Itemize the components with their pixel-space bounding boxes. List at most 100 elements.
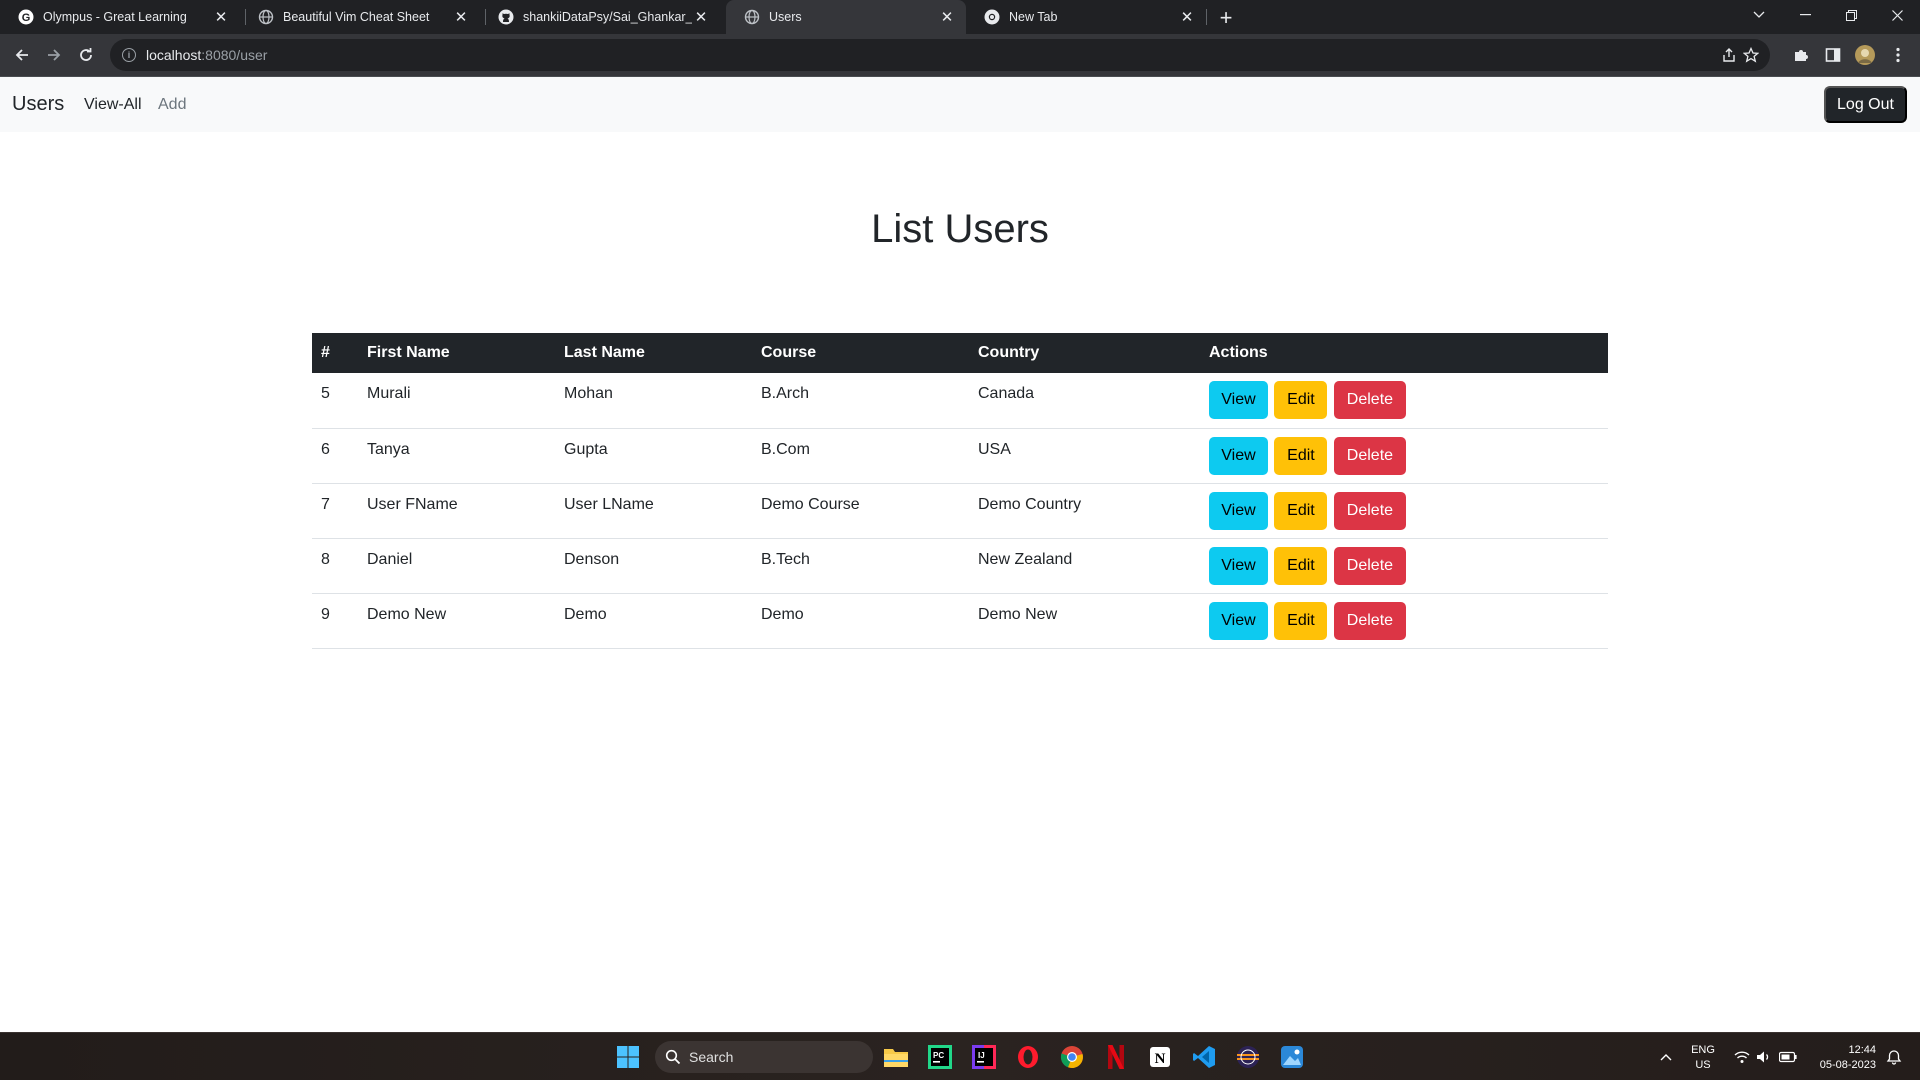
browser-tab[interactable]: Beautiful Vim Cheat Sheet ✕ <box>240 0 480 34</box>
cell-first-name: User FName <box>358 483 555 539</box>
new-tab-button[interactable]: + <box>1213 5 1239 31</box>
intellij-icon[interactable]: IJ <box>970 1043 998 1071</box>
opera-icon[interactable] <box>1014 1043 1042 1071</box>
notion-icon[interactable]: N <box>1146 1043 1174 1071</box>
chevron-up-icon[interactable] <box>1652 1043 1680 1071</box>
edit-button[interactable]: Edit <box>1274 436 1328 475</box>
netflix-icon[interactable] <box>1102 1043 1130 1071</box>
view-button[interactable]: View <box>1209 546 1268 585</box>
close-tab-icon[interactable]: ✕ <box>692 8 710 26</box>
reload-icon[interactable] <box>72 41 100 69</box>
view-button[interactable]: View <box>1209 491 1268 530</box>
browser-tab[interactable]: G Olympus - Great Learning ✕ <box>0 0 240 34</box>
edit-button[interactable]: Edit <box>1274 546 1328 585</box>
restore-icon[interactable] <box>1828 0 1874 30</box>
back-arrow-icon[interactable] <box>8 41 36 69</box>
view-button[interactable]: View <box>1209 601 1268 640</box>
taskbar-clock[interactable]: 12:44 05-08-2023 <box>1804 1043 1876 1073</box>
delete-button[interactable]: Delete <box>1333 381 1406 420</box>
close-tab-icon[interactable]: ✕ <box>938 8 956 26</box>
cell-actions: View Edit Delete <box>1200 373 1608 429</box>
delete-button[interactable]: Delete <box>1333 601 1406 640</box>
address-bar[interactable]: i localhost:8080/user <box>110 39 1770 71</box>
edit-button[interactable]: Edit <box>1274 601 1328 640</box>
browser-tab[interactable]: New Tab ✕ <box>966 0 1206 34</box>
close-window-icon[interactable] <box>1874 0 1920 30</box>
close-tab-icon[interactable]: ✕ <box>212 8 230 26</box>
cell-last-name: Gupta <box>555 428 752 484</box>
eclipse-icon[interactable] <box>1234 1043 1262 1071</box>
chrome-icon <box>984 9 1000 25</box>
github-icon <box>498 9 514 25</box>
profile-avatar[interactable] <box>1855 45 1875 65</box>
minimize-icon[interactable] <box>1782 0 1828 30</box>
cell-first-name: Demo New <box>358 593 555 649</box>
extensions-puzzle-icon[interactable] <box>1791 45 1811 65</box>
cell-actions: View Edit Delete <box>1200 593 1608 649</box>
bookmark-star-icon[interactable] <box>1742 46 1760 64</box>
svg-text:N: N <box>1155 1051 1166 1067</box>
chrome-menu-icon[interactable] <box>1888 45 1908 65</box>
vscode-icon[interactable] <box>1190 1043 1218 1071</box>
view-button[interactable]: View <box>1209 436 1268 475</box>
column-header-id: # <box>312 333 358 373</box>
clock-time: 12:44 <box>1848 1044 1876 1056</box>
edit-button[interactable]: Edit <box>1274 381 1328 420</box>
language-line2: US <box>1695 1059 1711 1071</box>
browser-tab-active[interactable]: Users ✕ <box>726 0 966 34</box>
site-info-icon[interactable]: i <box>122 48 136 62</box>
table-row: 8 Daniel Denson B.Tech New Zealand View … <box>312 538 1608 594</box>
language-line1: ENG <box>1691 1044 1715 1056</box>
column-header-last-name: Last Name <box>555 333 752 373</box>
logout-button[interactable]: Log Out <box>1824 86 1907 123</box>
table-row: 7 User FName User LName Demo Course Demo… <box>312 483 1608 539</box>
language-indicator[interactable]: ENG US <box>1686 1043 1720 1073</box>
photos-icon[interactable] <box>1278 1043 1306 1071</box>
delete-button[interactable]: Delete <box>1333 491 1406 530</box>
file-explorer-icon[interactable] <box>882 1043 910 1071</box>
share-icon[interactable] <box>1720 46 1738 64</box>
view-button[interactable]: View <box>1209 381 1268 420</box>
browser-tab-strip: G Olympus - Great Learning ✕ Beautiful V… <box>0 0 1920 34</box>
tab-title: shankiiDataPsy/Sai_Ghankar_G_B <box>523 10 692 24</box>
delete-button[interactable]: Delete <box>1333 436 1406 475</box>
tab-title: Beautiful Vim Cheat Sheet <box>283 10 430 24</box>
pycharm-icon[interactable]: PC <box>926 1043 954 1071</box>
svg-text:PC: PC <box>933 1051 944 1060</box>
edit-button[interactable]: Edit <box>1274 491 1328 530</box>
cell-id: 9 <box>312 593 358 649</box>
browser-tab[interactable]: shankiiDataPsy/Sai_Ghankar_G_B ✕ <box>480 0 720 34</box>
nav-link-add[interactable]: Add <box>158 96 186 114</box>
taskbar-search[interactable]: Search <box>655 1041 873 1073</box>
svg-text:IJ: IJ <box>978 1051 985 1060</box>
cell-first-name: Murali <box>358 373 555 429</box>
windows-start-icon[interactable] <box>614 1043 642 1071</box>
cell-actions: View Edit Delete <box>1200 428 1608 484</box>
battery-icon[interactable] <box>1774 1043 1802 1071</box>
tab-search-icon[interactable] <box>1736 0 1782 30</box>
delete-button[interactable]: Delete <box>1333 546 1406 585</box>
browser-toolbar: i localhost:8080/user <box>0 34 1920 76</box>
close-tab-icon[interactable]: ✕ <box>452 8 470 26</box>
close-tab-icon[interactable]: ✕ <box>1178 8 1196 26</box>
table-header-row: # First Name Last Name Course Country Ac… <box>312 333 1608 373</box>
navbar-brand[interactable]: Users <box>12 93 64 116</box>
side-panel-icon[interactable] <box>1823 45 1843 65</box>
cell-course: Demo <box>752 593 969 649</box>
google-g-icon: G <box>18 9 34 25</box>
nav-link-view-all[interactable]: View-All <box>84 96 142 114</box>
column-header-course: Course <box>752 333 969 373</box>
cell-last-name: Denson <box>555 538 752 594</box>
search-label: Search <box>689 1049 734 1065</box>
tab-divider <box>1206 9 1207 25</box>
cell-id: 5 <box>312 373 358 429</box>
url-path: :8080/user <box>201 47 268 63</box>
cell-actions: View Edit Delete <box>1200 483 1608 539</box>
chrome-icon[interactable] <box>1058 1043 1086 1071</box>
column-header-first-name: First Name <box>358 333 555 373</box>
table-row: 5 Murali Mohan B.Arch Canada View Edit D… <box>312 373 1608 429</box>
notification-bell-icon[interactable] <box>1880 1043 1908 1071</box>
tab-title: New Tab <box>1009 10 1058 24</box>
forward-arrow-icon[interactable] <box>40 41 68 69</box>
tab-title: Users <box>769 10 802 24</box>
